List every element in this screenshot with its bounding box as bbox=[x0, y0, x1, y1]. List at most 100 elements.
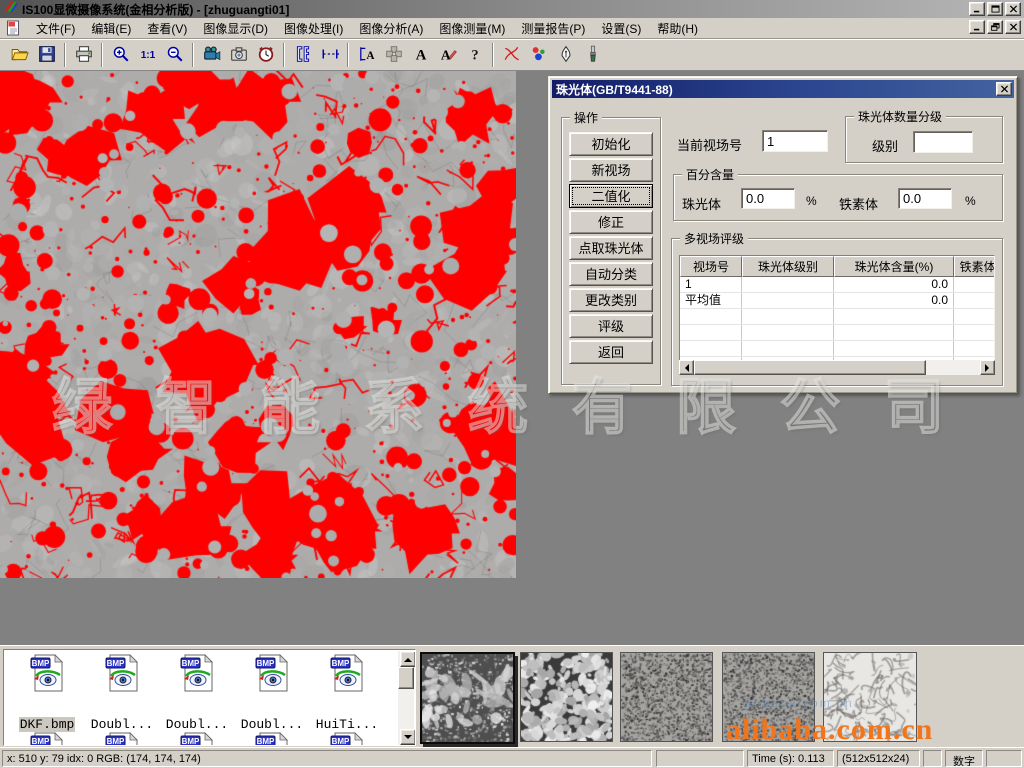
menu-item-8[interactable]: 设置(S) bbox=[593, 18, 649, 39]
current-field-input[interactable] bbox=[762, 130, 828, 152]
table-row[interactable]: 平均值0.0 bbox=[680, 293, 994, 309]
video-camera-button[interactable] bbox=[199, 43, 224, 68]
op-button-7[interactable]: 评级 bbox=[569, 314, 653, 338]
op-button-5[interactable]: 自动分类 bbox=[569, 262, 653, 286]
file-item-row2-3[interactable]: BMP bbox=[235, 732, 309, 746]
table-row[interactable] bbox=[680, 325, 994, 341]
op-button-4[interactable]: 点取珠光体 bbox=[569, 236, 653, 260]
scroll-up-button[interactable] bbox=[400, 651, 416, 667]
hscroll-track[interactable] bbox=[926, 360, 980, 375]
ruler-button[interactable] bbox=[317, 43, 342, 68]
op-button-8[interactable]: 返回 bbox=[569, 340, 653, 364]
vscroll-thumb[interactable] bbox=[398, 667, 414, 689]
menu-item-9[interactable]: 帮助(H) bbox=[649, 18, 706, 39]
toolbar-separator bbox=[64, 43, 66, 67]
file-item-3[interactable]: BMPDoubl... bbox=[235, 654, 309, 733]
file-item-row2-2[interactable]: BMP bbox=[160, 732, 234, 746]
menu-items: 文件(F)编辑(E)查看(V)图像显示(D)图像处理(I)图像分析(A)图像测量… bbox=[28, 18, 706, 39]
actual-size-button[interactable]: 1:1 bbox=[135, 43, 160, 68]
measure-text-button[interactable]: A bbox=[354, 43, 379, 68]
open-folder-button[interactable] bbox=[7, 43, 32, 68]
table-row[interactable] bbox=[680, 341, 994, 357]
micrograph-image[interactable] bbox=[0, 71, 516, 578]
print-button[interactable] bbox=[71, 43, 96, 68]
thumbnail-0[interactable] bbox=[420, 652, 515, 744]
status-empty-3 bbox=[986, 750, 1022, 767]
grid-button[interactable] bbox=[381, 43, 406, 68]
ferrite-label: 铁素体 bbox=[839, 194, 878, 213]
file-list-scrollbar[interactable] bbox=[398, 651, 414, 745]
camera-button[interactable] bbox=[226, 43, 251, 68]
menu-item-1[interactable]: 编辑(E) bbox=[83, 18, 139, 39]
clock-button[interactable] bbox=[253, 43, 278, 68]
op-button-6[interactable]: 更改类别 bbox=[569, 288, 653, 312]
document-icon[interactable] bbox=[4, 20, 22, 36]
op-button-2[interactable]: 二值化 bbox=[569, 184, 653, 208]
file-item-2[interactable]: BMPDoubl... bbox=[160, 654, 234, 733]
file-item-row2-0[interactable]: BMP bbox=[10, 732, 84, 746]
zoom-out-button[interactable] bbox=[162, 43, 187, 68]
annotate-button[interactable]: A bbox=[435, 43, 460, 68]
mdi-minimize-button[interactable] bbox=[969, 20, 985, 34]
menu-item-0[interactable]: 文件(F) bbox=[28, 18, 83, 39]
thumbnail-3[interactable] bbox=[722, 652, 815, 742]
text-button[interactable]: A bbox=[408, 43, 433, 68]
mdi-restore-button[interactable] bbox=[987, 20, 1003, 34]
window-title: IS100显微摄像系统(金相分析版) - [zhuguangti01] bbox=[22, 1, 289, 18]
svg-text:A: A bbox=[440, 47, 450, 62]
status-mode: 数字 bbox=[945, 750, 983, 767]
scroll-right-button[interactable] bbox=[980, 360, 995, 375]
scroll-left-icon bbox=[681, 364, 689, 372]
file-item-row2-4[interactable]: BMP bbox=[310, 732, 384, 746]
menu-item-5[interactable]: 图像分析(A) bbox=[351, 18, 431, 39]
hscroll-thumb[interactable] bbox=[694, 360, 926, 375]
table-row[interactable] bbox=[680, 309, 994, 325]
menu-item-6[interactable]: 图像测量(M) bbox=[431, 18, 513, 39]
save-icon bbox=[38, 45, 56, 66]
table-cell bbox=[834, 341, 954, 356]
op-button-0[interactable]: 初始化 bbox=[569, 132, 653, 156]
op-button-3[interactable]: 修正 bbox=[569, 210, 653, 234]
maximize-button[interactable] bbox=[987, 2, 1003, 16]
menu-item-2[interactable]: 查看(V) bbox=[139, 18, 195, 39]
pen-button[interactable] bbox=[553, 43, 578, 68]
mdi-close-button[interactable] bbox=[1005, 20, 1021, 34]
menu-item-4[interactable]: 图像处理(I) bbox=[276, 18, 351, 39]
window-titlebar[interactable]: IS100显微摄像系统(金相分析版) - [zhuguangti01] bbox=[0, 0, 1024, 18]
level-input[interactable] bbox=[913, 131, 973, 153]
particles-button[interactable] bbox=[526, 43, 551, 68]
table-row[interactable]: 10.0 bbox=[680, 277, 994, 293]
file-item-1[interactable]: BMPDoubl... bbox=[85, 654, 159, 733]
table-hscrollbar[interactable] bbox=[679, 360, 995, 375]
thumbnail-4[interactable] bbox=[823, 652, 917, 742]
thumbnail-2[interactable] bbox=[620, 652, 713, 742]
file-item-0[interactable]: BMPDKF.bmp bbox=[10, 654, 84, 733]
scroll-left-button[interactable] bbox=[679, 360, 694, 375]
menu-item-7[interactable]: 测量报告(P) bbox=[513, 18, 593, 39]
table-cell bbox=[742, 277, 834, 292]
minimize-icon bbox=[973, 5, 982, 13]
brush-button[interactable] bbox=[580, 43, 605, 68]
scroll-down-button[interactable] bbox=[400, 729, 416, 745]
menu-item-3[interactable]: 图像显示(D) bbox=[195, 18, 276, 39]
save-button[interactable] bbox=[34, 43, 59, 68]
dialog-titlebar[interactable]: 珠光体(GB/T9441-88) bbox=[552, 80, 1014, 98]
curve-button[interactable] bbox=[499, 43, 524, 68]
curve-icon bbox=[503, 45, 521, 66]
file-item-4[interactable]: BMPHuiTi... bbox=[310, 654, 384, 733]
help-button[interactable]: ? bbox=[462, 43, 487, 68]
minimize-button[interactable] bbox=[969, 2, 985, 16]
pearlite-input[interactable] bbox=[741, 188, 795, 209]
op-button-1[interactable]: 新视场 bbox=[569, 158, 653, 182]
dialog-close-button[interactable] bbox=[996, 82, 1012, 96]
table-cell bbox=[742, 293, 834, 308]
ferrite-input[interactable] bbox=[898, 188, 952, 209]
file-item-row2-1[interactable]: BMP bbox=[85, 732, 159, 746]
table-cell bbox=[680, 309, 742, 324]
table-cell bbox=[742, 341, 834, 356]
caliper-button[interactable] bbox=[290, 43, 315, 68]
scroll-up-icon bbox=[404, 654, 412, 662]
zoom-in-button[interactable] bbox=[108, 43, 133, 68]
thumbnail-1[interactable] bbox=[520, 652, 613, 742]
close-button[interactable] bbox=[1005, 2, 1021, 16]
